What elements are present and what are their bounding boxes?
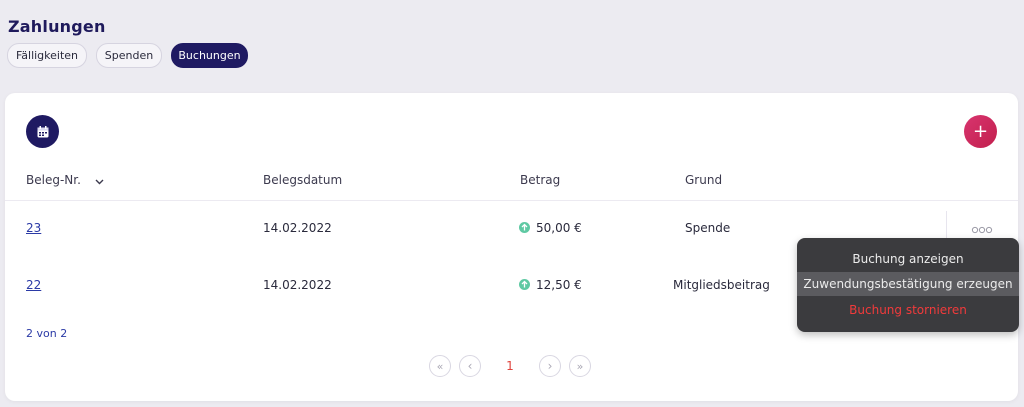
booking-amount: 12,50 €	[519, 278, 582, 292]
table-header-divider	[5, 200, 1018, 201]
booking-reason: Spende	[685, 221, 731, 235]
first-page-button[interactable]: «	[429, 355, 451, 377]
result-count: 2 von 2	[26, 327, 68, 340]
tab-spenden[interactable]: Spenden	[96, 43, 162, 68]
calendar-icon	[37, 125, 48, 137]
arrow-up-icon	[519, 222, 530, 233]
page-title: Zahlungen	[8, 17, 106, 36]
chevron-right-icon: ›	[547, 359, 553, 373]
column-header-grund: Grund	[685, 173, 723, 187]
column-header-beleg-nr[interactable]: Beleg-Nr.	[26, 173, 104, 188]
chevron-down-icon	[95, 174, 104, 188]
menu-item-show-booking[interactable]: Buchung anzeigen	[797, 247, 1019, 271]
menu-item-cancel-booking[interactable]: Buchung stornieren	[797, 298, 1019, 322]
chevron-left-icon: ‹	[467, 359, 473, 373]
plus-icon: +	[972, 120, 989, 142]
last-page-button[interactable]: »	[569, 355, 591, 377]
column-header-betrag: Betrag	[520, 173, 561, 187]
double-chevron-left-icon: «	[436, 359, 444, 373]
tab-faelligkeiten[interactable]: Fälligkeiten	[7, 43, 87, 68]
booking-date: 14.02.2022	[263, 278, 332, 292]
amount-value: 50,00 €	[536, 221, 582, 235]
calendar-button[interactable]	[26, 115, 59, 148]
add-booking-button[interactable]: +	[964, 115, 997, 148]
booking-amount: 50,00 €	[519, 221, 582, 235]
current-page-number[interactable]: 1	[503, 359, 517, 373]
menu-item-create-receipt[interactable]: Zuwendungsbestätigung erzeugen	[797, 272, 1019, 296]
next-page-button[interactable]: ›	[539, 355, 561, 377]
row-actions-menu: Buchung anzeigen Zuwendungsbestätigung e…	[797, 238, 1019, 332]
double-chevron-right-icon: »	[576, 359, 584, 373]
booking-reason: Mitgliedsbeitrag	[673, 278, 770, 292]
booking-number-link[interactable]: 22	[26, 278, 41, 292]
booking-number-link[interactable]: 23	[26, 221, 41, 235]
booking-date: 14.02.2022	[263, 221, 332, 235]
column-header-belegsdatum: Belegsdatum	[263, 173, 343, 187]
arrow-up-icon	[519, 279, 530, 290]
more-icon	[971, 226, 993, 234]
more-actions-button[interactable]	[971, 221, 993, 234]
column-header-label: Beleg-Nr.	[26, 173, 81, 187]
amount-value: 12,50 €	[536, 278, 582, 292]
actions-divider	[946, 211, 947, 239]
tab-buchungen[interactable]: Buchungen	[171, 43, 248, 68]
previous-page-button[interactable]: ‹	[459, 355, 481, 377]
